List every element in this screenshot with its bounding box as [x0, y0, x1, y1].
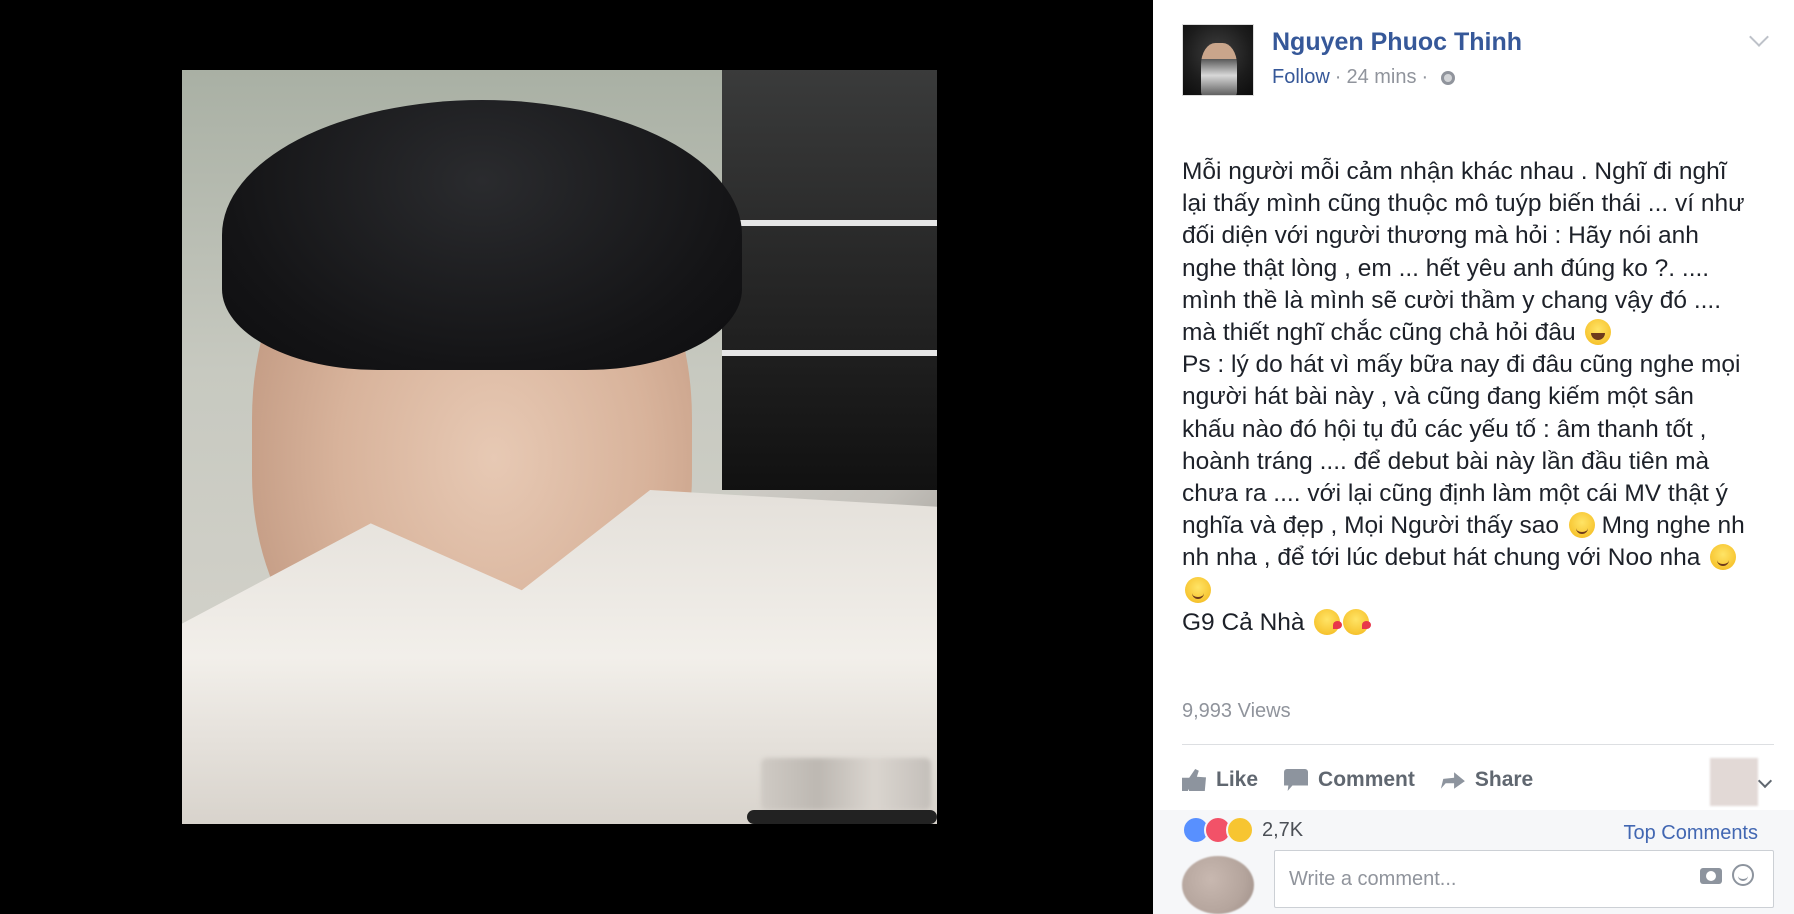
top-comments-dropdown[interactable]: Top Comments	[1624, 822, 1759, 845]
post-text-line: chưa ra .... với lại cũng định làm một c…	[1182, 480, 1728, 508]
video-thumbnail[interactable]	[182, 70, 937, 824]
reaction-count: 2,7K	[1262, 818, 1304, 841]
avatar-figure	[1201, 43, 1237, 95]
post-text-line: mình thề là mình sẽ cười thầm y chang vậ…	[1182, 286, 1722, 314]
like-button[interactable]: Like	[1182, 768, 1258, 792]
follow-link[interactable]: Follow	[1272, 66, 1330, 89]
post-text-line: nh nha , để tới lúc debut hát chung với …	[1182, 542, 1774, 574]
haha-reaction-icon	[1226, 816, 1254, 844]
comment-bubble-icon	[1284, 769, 1309, 791]
comment-input[interactable]	[1274, 850, 1774, 908]
post-side-panel: Nguyen Phuoc Thinh Follow · 24 mins · Mỗ…	[1153, 0, 1794, 914]
view-count: 9,993 Views	[1182, 700, 1291, 722]
post-text-line: khấu nào đó hội tụ đủ các yếu tố : âm th…	[1182, 415, 1707, 443]
post-text-line: hoành tráng .... để debut bài này lần đầ…	[1182, 447, 1710, 475]
post-text-line: G9 Cả Nhà	[1182, 607, 1774, 639]
post-timestamp[interactable]: 24 mins	[1346, 66, 1416, 89]
post-text-line: mà thiết nghĩ chắc cũng chả hỏi đâu	[1182, 317, 1774, 349]
blurred-page-avatar[interactable]	[1710, 758, 1758, 806]
comment-button[interactable]: Comment	[1284, 768, 1415, 792]
laughing-emoji-icon	[1585, 319, 1612, 346]
post-text-line: Mỗi người mỗi cảm nhận khác nhau . Nghĩ …	[1182, 158, 1727, 185]
blurred-watermark	[761, 758, 931, 810]
thumbs-up-icon	[1182, 769, 1206, 791]
post-body: Mỗi người mỗi cảm nhận khác nhau . Nghĩ …	[1182, 156, 1774, 639]
post-meta: Follow · 24 mins ·	[1272, 66, 1456, 89]
blurred-watermark-underline	[747, 810, 937, 824]
post-text-line: người hát bài này , và cũng đang kiếm mộ…	[1182, 383, 1694, 411]
comment-label: Comment	[1318, 768, 1415, 791]
comment-composer	[1182, 850, 1774, 914]
post-text-line: đối diện với người thương mà hỏi : Hãy n…	[1182, 222, 1699, 250]
post-text-line: nghĩa và đẹp , Mọi Người thấy sao Mng ng…	[1182, 512, 1745, 540]
globe-icon[interactable]	[1441, 70, 1456, 85]
video-stage[interactable]	[0, 0, 1153, 914]
chevron-down-icon[interactable]	[1749, 27, 1769, 47]
kissing-emoji-icon	[1343, 608, 1372, 635]
post-text-line: nghe thật lòng , em ... hết yêu anh đúng…	[1182, 254, 1710, 282]
meta-separator: ·	[1334, 66, 1342, 88]
action-bar: Like Comment Share	[1182, 756, 1774, 804]
author-name[interactable]: Nguyen Phuoc Thinh	[1272, 28, 1522, 57]
post-text-line: Ps : lý do hát vì mấy bữa nay đi đâu cũn…	[1182, 351, 1741, 379]
post-text-line: lại thấy mình cũng thuộc mô tuýp biến th…	[1182, 190, 1745, 218]
post-text-line	[1182, 575, 1774, 607]
winking-emoji-icon	[1185, 576, 1211, 603]
person-hair	[222, 100, 742, 370]
like-label: Like	[1216, 768, 1259, 791]
author-avatar[interactable]	[1182, 24, 1254, 96]
camera-icon[interactable]	[1700, 868, 1722, 884]
smiling-emoji-icon	[1710, 544, 1737, 571]
smiling-emoji-icon	[1568, 512, 1595, 539]
share-label: Share	[1474, 768, 1534, 791]
video-bookshelf	[722, 70, 937, 490]
divider	[1182, 744, 1774, 745]
reaction-summary[interactable]: 2,7K	[1182, 816, 1304, 844]
shelf-line	[722, 220, 937, 226]
shelf-line	[722, 350, 937, 356]
smiley-icon[interactable]	[1732, 864, 1754, 886]
share-button[interactable]: Share	[1440, 768, 1534, 792]
photo-viewer: Nguyen Phuoc Thinh Follow · 24 mins · Mỗ…	[0, 0, 1794, 914]
viewer-avatar	[1182, 856, 1254, 914]
meta-separator: ·	[1421, 66, 1429, 88]
kissing-emoji-icon	[1314, 608, 1343, 635]
share-arrow-icon	[1440, 772, 1465, 789]
